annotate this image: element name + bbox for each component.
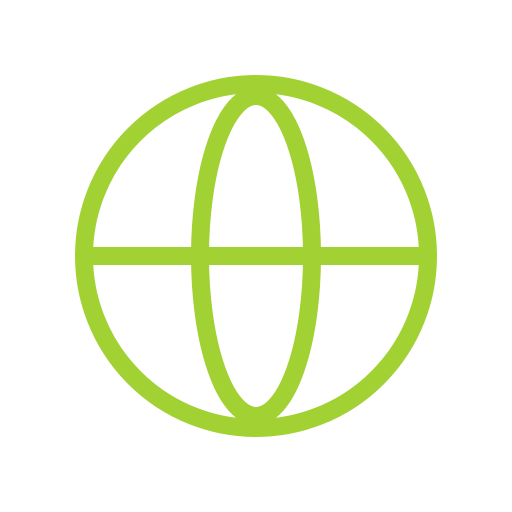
icon-canvas — [0, 0, 512, 512]
globe-icon — [75, 75, 437, 437]
